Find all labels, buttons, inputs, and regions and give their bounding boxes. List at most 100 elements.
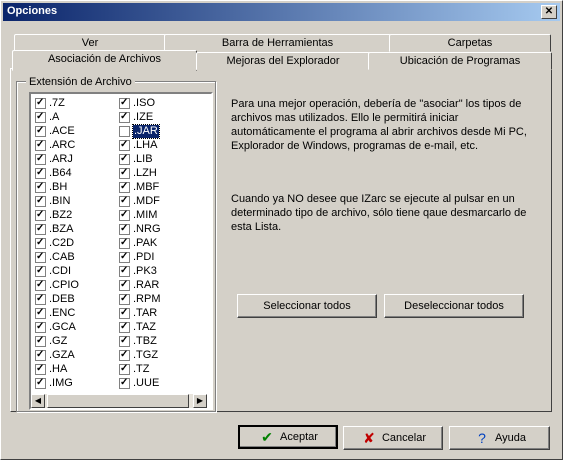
checkbox[interactable] (119, 292, 130, 305)
extension-label: .PDI (133, 251, 155, 263)
extension-label: .HA (49, 363, 68, 375)
checkbox[interactable] (119, 334, 130, 347)
group-label: Extensión de Archivo (26, 76, 135, 88)
x-icon: ✘ (363, 430, 375, 447)
extension-label: .BH (49, 181, 68, 193)
extension-label: .MIM (133, 209, 158, 221)
cancel-label: Cancelar (381, 432, 427, 444)
tab-ubicacion-programas[interactable]: Ubicación de Programas (368, 52, 552, 70)
checkbox[interactable] (35, 96, 46, 109)
checkbox[interactable] (35, 124, 46, 137)
deselect-all-button[interactable]: Deseleccionar todos (384, 294, 524, 318)
extension-label: .CDI (49, 265, 71, 277)
extension-label: .ISO (133, 97, 156, 109)
select-all-button[interactable]: Seleccionar todos (237, 294, 377, 318)
checkbox[interactable] (119, 222, 130, 235)
checkbox[interactable] (35, 376, 46, 389)
extension-label: .TAZ (133, 321, 157, 333)
extension-label: .JAR (132, 124, 160, 139)
check-icon: ✔ (261, 429, 273, 446)
extension-label: .PK3 (133, 265, 157, 277)
extension-label: .NRG (133, 223, 161, 235)
checkbox[interactable] (35, 292, 46, 305)
title-bar[interactable]: Opciones ✕ (3, 3, 560, 21)
checkbox[interactable] (35, 362, 46, 375)
checkbox[interactable] (35, 110, 46, 123)
checkbox[interactable] (119, 126, 130, 137)
checkbox[interactable] (119, 376, 130, 389)
extension-label: .ARC (49, 139, 76, 151)
checkbox[interactable] (35, 166, 46, 179)
extension-label: .C2D (49, 237, 75, 249)
checkbox[interactable] (35, 180, 46, 193)
extension-list[interactable]: ◀ ▶ .7Z .A .ACE .ARC .ARJ .B64 .BH .BIN .BZ2 .BZA… (29, 92, 213, 410)
checkbox[interactable] (35, 348, 46, 361)
extension-label: .MBF (133, 181, 160, 193)
extension-label: .B64 (49, 167, 72, 179)
checkbox[interactable] (119, 208, 130, 221)
extension-label: .BIN (49, 195, 71, 207)
extension-label: .ENC (49, 307, 76, 319)
help-label: Ayuda (495, 432, 526, 444)
checkbox[interactable] (119, 320, 130, 333)
accept-label: Aceptar (280, 431, 318, 443)
extension-label: .LIB (133, 153, 153, 165)
checkbox[interactable] (119, 250, 130, 263)
checkbox[interactable] (35, 194, 46, 207)
extension-label: .LHA (133, 139, 158, 151)
checkbox[interactable] (119, 96, 130, 109)
extension-label: .7Z (49, 97, 65, 109)
scroll-left-icon[interactable]: ◀ (31, 394, 45, 408)
help-button[interactable]: ? Ayuda (449, 426, 550, 450)
checkbox[interactable] (119, 166, 130, 179)
tab-barra-herramientas[interactable]: Barra de Herramientas (164, 34, 391, 52)
scroll-right-icon[interactable]: ▶ (193, 394, 207, 408)
checkbox[interactable] (35, 320, 46, 333)
extension-label: .TGZ (133, 349, 159, 361)
scroll-thumb[interactable] (47, 394, 189, 408)
accept-button[interactable]: ✔ Aceptar (238, 425, 338, 449)
checkbox[interactable] (35, 208, 46, 221)
checkbox[interactable] (35, 138, 46, 151)
cancel-button[interactable]: ✘ Cancelar (343, 426, 443, 450)
close-button[interactable]: ✕ (541, 5, 557, 19)
checkbox[interactable] (119, 348, 130, 361)
extension-label: .ACE (49, 125, 75, 137)
checkbox[interactable] (35, 236, 46, 249)
extension-label: .LZH (133, 167, 157, 179)
checkbox[interactable] (119, 138, 130, 151)
extension-label: .PAK (133, 237, 158, 249)
extension-label: .TBZ (133, 335, 157, 347)
checkbox[interactable] (119, 194, 130, 207)
tab-mejoras-explorador[interactable]: Mejoras del Explorador (196, 52, 370, 70)
extension-label: .RAR (133, 279, 160, 291)
checkbox[interactable] (119, 278, 130, 291)
checkbox[interactable] (119, 152, 130, 165)
tab-asociacion-archivos[interactable]: Asociación de Archivos (12, 50, 197, 71)
extension-label: .A (49, 111, 60, 123)
extension-label: .MDF (133, 195, 160, 207)
checkbox[interactable] (119, 110, 130, 123)
extension-label: .CPIO (49, 279, 79, 291)
checkbox[interactable] (119, 362, 130, 375)
tab-carpetas[interactable]: Carpetas (389, 34, 551, 52)
extension-label: .DEB (49, 293, 75, 305)
question-icon: ? (478, 430, 486, 447)
checkbox[interactable] (119, 180, 130, 193)
checkbox[interactable] (35, 222, 46, 235)
extension-label: .IMG (49, 377, 73, 389)
checkbox[interactable] (119, 264, 130, 277)
checkbox[interactable] (35, 152, 46, 165)
checkbox[interactable] (35, 264, 46, 277)
checkbox[interactable] (35, 306, 46, 319)
checkbox[interactable] (119, 306, 130, 319)
extension-label: .TZ (133, 363, 150, 375)
checkbox[interactable] (35, 250, 46, 263)
extension-label: .BZA (49, 223, 74, 235)
extension-label: .CAB (49, 251, 75, 263)
horizontal-scrollbar[interactable]: ◀ ▶ (31, 394, 207, 408)
checkbox[interactable] (35, 334, 46, 347)
extension-label: .IZE (133, 111, 154, 123)
checkbox[interactable] (119, 236, 130, 249)
checkbox[interactable] (35, 278, 46, 291)
